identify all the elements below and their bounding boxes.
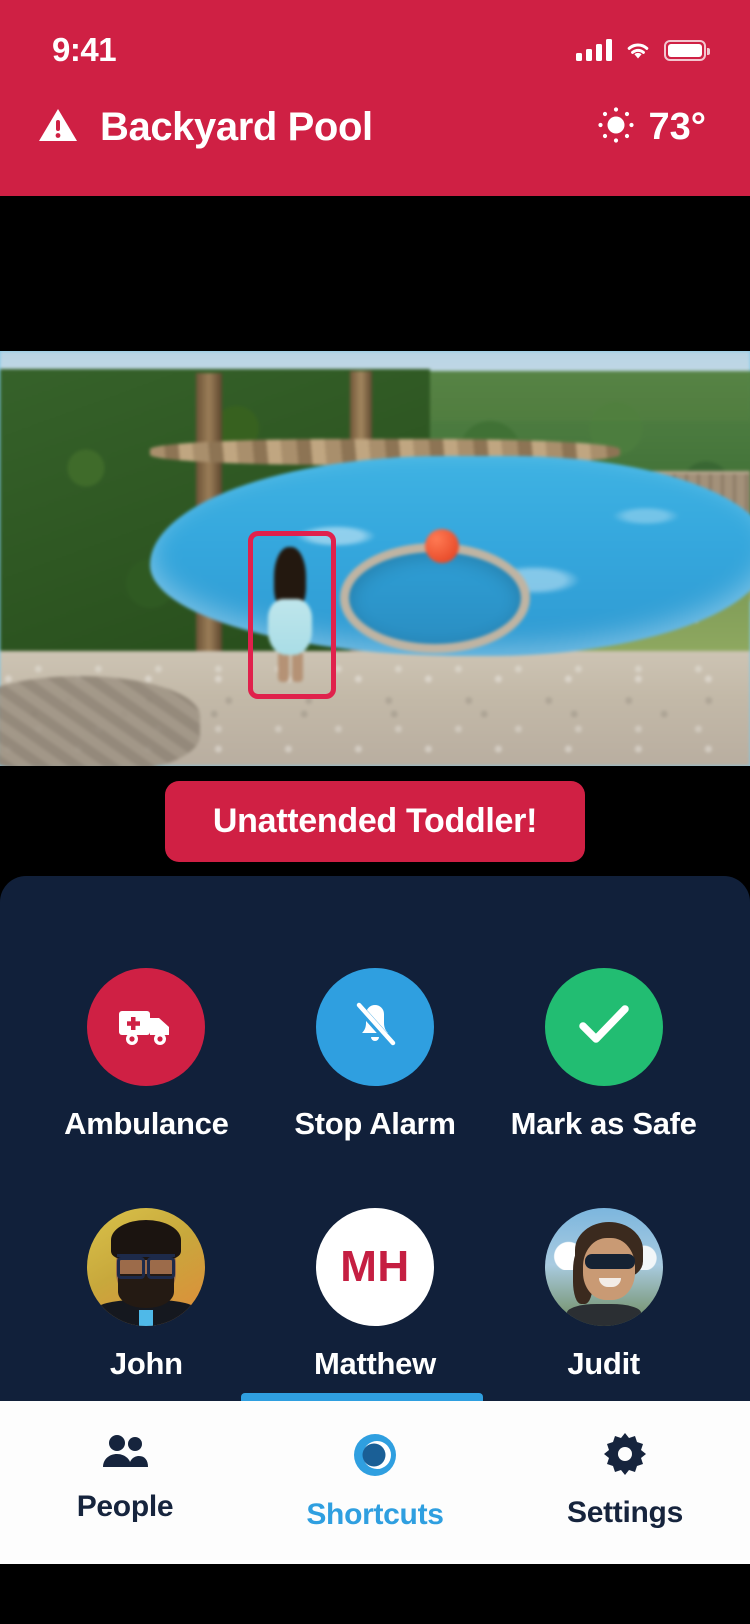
ambulance-icon	[116, 1001, 176, 1054]
temperature-value: 73°	[648, 105, 706, 148]
warning-triangle-icon	[38, 107, 78, 148]
contact-john[interactable]: John	[46, 1208, 246, 1382]
tab-settings[interactable]: Settings	[500, 1431, 750, 1530]
avatar-initials: MH	[340, 1242, 410, 1291]
gear-icon	[602, 1431, 648, 1482]
shortcuts-panel: Ambulance Stop Alarm Mark as Safe John M…	[0, 876, 750, 1448]
quick-actions-row: Ambulance Stop Alarm Mark as Safe	[0, 968, 750, 1142]
page-title: Backyard Pool	[100, 104, 373, 149]
contacts-row: John MH Matthew Judit	[0, 1208, 750, 1382]
people-icon	[99, 1431, 151, 1476]
pool-scene-image	[0, 351, 750, 766]
contact-name: Judit	[567, 1346, 640, 1381]
app-header: 9:41 Backyard Pool 73°	[0, 0, 750, 196]
status-bar-icons	[576, 39, 710, 61]
stop-alarm-button-circle[interactable]	[315, 968, 434, 1086]
status-bar-clock: 9:41	[52, 31, 117, 68]
action-label: Mark as Safe	[510, 1106, 697, 1141]
avatar[interactable]	[87, 1208, 206, 1326]
sun-icon	[595, 104, 637, 151]
pool-ball	[425, 529, 459, 563]
avatar[interactable]	[544, 1208, 663, 1326]
camera-feed-area[interactable]: Unattended Toddler!	[0, 196, 750, 876]
ambulance-button-circle[interactable]	[87, 968, 206, 1086]
weather-group: 73°	[595, 104, 706, 151]
toddler-detection-box	[248, 531, 336, 699]
action-stop-alarm[interactable]: Stop Alarm	[275, 968, 475, 1142]
header-title-group: Backyard Pool	[38, 105, 373, 150]
mark-safe-button-circle[interactable]	[544, 968, 663, 1086]
home-indicator[interactable]	[235, 1578, 515, 1588]
tab-people[interactable]: People	[0, 1431, 250, 1524]
action-label: Stop Alarm	[294, 1106, 456, 1141]
action-mark-as-safe[interactable]: Mark as Safe	[504, 968, 704, 1142]
avatar[interactable]: MH	[315, 1208, 434, 1326]
alert-banner: Unattended Toddler!	[164, 780, 586, 862]
app-screen: 9:41 Backyard Pool 73° Unattended Toddle…	[0, 0, 750, 1624]
contact-name: Matthew	[314, 1346, 436, 1381]
wifi-icon	[624, 39, 652, 61]
header-title-bar: Backyard Pool 73°	[0, 72, 750, 182]
shortcuts-logo-icon	[351, 1431, 399, 1484]
battery-icon	[664, 39, 710, 61]
contact-judit[interactable]: Judit	[504, 1208, 704, 1382]
action-ambulance[interactable]: Ambulance	[46, 968, 246, 1142]
tab-label: People	[76, 1490, 174, 1523]
tab-label: Shortcuts	[306, 1498, 444, 1531]
contact-matthew[interactable]: MH Matthew	[275, 1208, 475, 1382]
action-label: Ambulance	[64, 1106, 229, 1141]
active-tab-indicator	[241, 1393, 483, 1401]
checkmark-icon	[575, 1000, 633, 1055]
tab-label: Settings	[567, 1496, 683, 1529]
contact-name: John	[109, 1346, 183, 1381]
alert-banner-area: Unattended Toddler!	[0, 766, 750, 876]
tab-shortcuts[interactable]: Shortcuts	[250, 1431, 500, 1532]
status-bar: 9:41	[0, 0, 750, 72]
cellular-signal-icon	[576, 39, 612, 61]
camera-video-frame[interactable]	[0, 351, 750, 766]
bell-slash-icon	[347, 997, 403, 1058]
bottom-tab-bar: People Shortcuts Settings	[0, 1401, 750, 1564]
